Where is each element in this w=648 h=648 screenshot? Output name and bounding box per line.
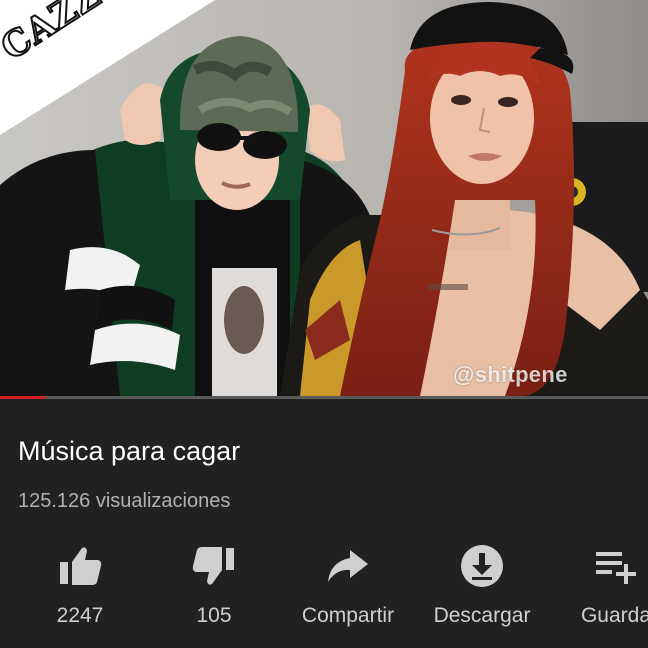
video-title[interactable]: Música para cagar	[18, 436, 240, 467]
video-progress-bar[interactable]	[0, 396, 648, 399]
dislike-count: 105	[196, 604, 232, 627]
share-button[interactable]: Compartir	[278, 540, 418, 640]
share-icon	[328, 550, 368, 582]
thumb-down-icon	[192, 547, 234, 585]
download-button[interactable]: Descargar	[412, 540, 552, 640]
like-button[interactable]: 2247	[10, 540, 150, 640]
action-bar: 2247 105 Compartir Descargar Guarda	[0, 540, 648, 648]
video-progress-fill	[0, 396, 46, 399]
watermark-text: @shitpene	[453, 362, 568, 387]
view-count: 125.126 visualizaciones	[18, 490, 231, 512]
share-label: Compartir	[301, 604, 395, 627]
save-label: Guarda	[580, 604, 648, 627]
thumb-up-icon	[60, 547, 102, 585]
save-button[interactable]: Guarda	[546, 540, 648, 640]
video-page: CAZZU @shitpene Música para cagar 125.12…	[0, 0, 648, 648]
download-label: Descargar	[433, 604, 531, 627]
dislike-button[interactable]: 105	[144, 540, 284, 640]
like-count: 2247	[56, 604, 104, 627]
playlist-add-icon	[596, 552, 636, 584]
download-icon	[461, 545, 503, 587]
video-player[interactable]: CAZZU @shitpene	[0, 0, 648, 396]
